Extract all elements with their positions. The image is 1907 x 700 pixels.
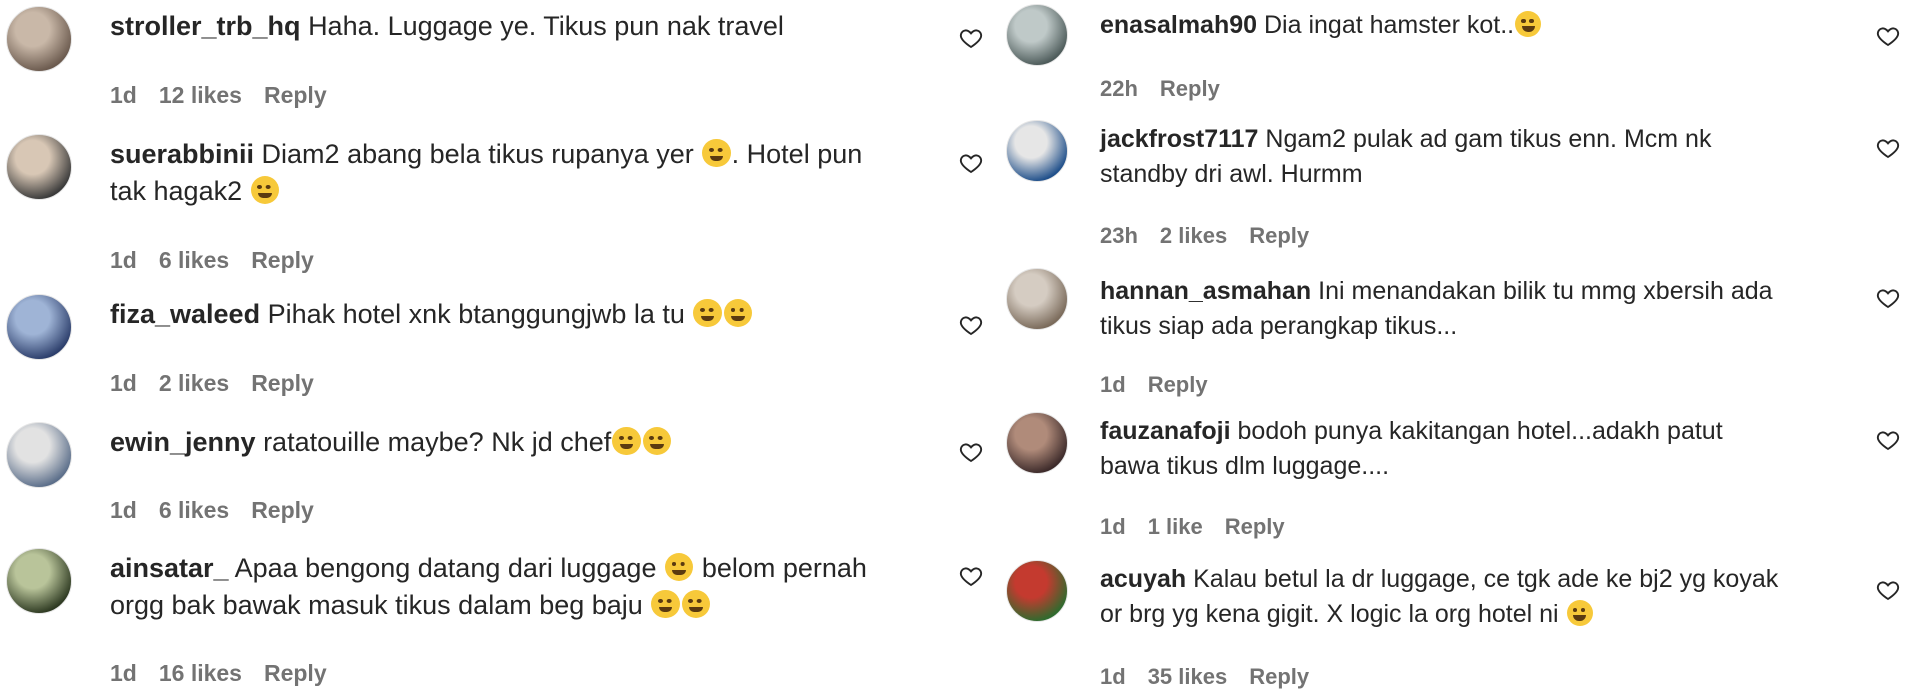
comment-body: Pihak hotel xnk btanggungjwb la tu xyxy=(267,299,693,329)
comment-body: Dia ingat hamster kot.. xyxy=(1264,11,1515,39)
reply-button[interactable]: Reply xyxy=(251,247,314,273)
grin-emoji xyxy=(250,175,279,205)
rofl-emoji xyxy=(664,552,694,582)
comment-body: Diam2 abang bela tikus rupanya yer xyxy=(261,139,702,169)
avatar[interactable] xyxy=(1006,268,1068,330)
comments-column-left: stroller_trb_hq Haha. Luggage ye. Tikus … xyxy=(0,0,983,700)
comment-likes-count[interactable]: 6 likes xyxy=(159,497,229,523)
reply-button[interactable]: Reply xyxy=(264,660,327,686)
comment-username[interactable]: hannan_asmahan xyxy=(1100,277,1311,305)
comment-text: ewin_jenny ratatouille maybe? Nk jd chef xyxy=(110,424,890,461)
comments-column-right: enasalmah90 Dia ingat hamster kot.. 22h Re… xyxy=(1000,0,1907,700)
comment-meta: 1d 6 likes Reply xyxy=(110,497,336,524)
comment-text: hannan_asmahan Ini menandakan bilik tu m… xyxy=(1100,274,1780,344)
avatar[interactable] xyxy=(1006,120,1068,182)
rofl-emoji xyxy=(702,138,731,168)
rofl-emoji xyxy=(681,589,710,619)
joy-emoji xyxy=(693,298,722,328)
avatar[interactable] xyxy=(1006,560,1068,622)
comment-timestamp: 1d xyxy=(1100,664,1126,689)
comment-timestamp: 1d xyxy=(110,247,137,273)
reply-button[interactable]: Reply xyxy=(1225,514,1285,539)
joy-emoji xyxy=(723,298,753,328)
comment-username[interactable]: enasalmah90 xyxy=(1100,11,1257,39)
comment-meta: 1d 1 like Reply xyxy=(1100,514,1307,540)
comment-timestamp: 22h xyxy=(1100,76,1138,101)
reply-button[interactable]: Reply xyxy=(1249,223,1309,248)
comment-username[interactable]: jackfrost7117 xyxy=(1100,125,1258,153)
reply-button[interactable]: Reply xyxy=(1249,664,1309,689)
comment-meta: 1d Reply xyxy=(1100,372,1230,398)
comment-username[interactable]: ainsatar_ xyxy=(110,553,229,583)
unamused-emoji xyxy=(1566,599,1593,626)
heart-outline-icon[interactable] xyxy=(958,151,984,175)
heart-outline-icon[interactable] xyxy=(1875,428,1901,452)
heart-outline-icon[interactable] xyxy=(1875,578,1901,602)
comment-likes-count[interactable]: 35 likes xyxy=(1148,664,1228,689)
comment-likes-count[interactable]: 2 likes xyxy=(1160,223,1227,248)
comment-meta: 1d 35 likes Reply xyxy=(1100,664,1331,690)
comment-timestamp: 1d xyxy=(110,82,137,108)
comment-timestamp: 23h xyxy=(1100,223,1138,248)
heart-outline-icon[interactable] xyxy=(1875,286,1901,310)
comment-likes-count[interactable]: 16 likes xyxy=(159,660,242,686)
heart-outline-icon[interactable] xyxy=(958,313,984,337)
comment-likes-count[interactable]: 1 like xyxy=(1148,514,1203,539)
comment-username[interactable]: stroller_trb_hq xyxy=(110,11,301,41)
rofl-emoji xyxy=(651,589,680,619)
avatar[interactable] xyxy=(1006,4,1068,66)
reply-button[interactable]: Reply xyxy=(264,82,327,108)
avatar[interactable] xyxy=(6,548,72,614)
comment-timestamp: 1d xyxy=(110,497,137,523)
reply-button[interactable]: Reply xyxy=(251,370,314,396)
comment-timestamp: 1d xyxy=(1100,514,1126,539)
joy-emoji xyxy=(1515,10,1542,37)
comment-body: Apaa bengong datang dari luggage xyxy=(234,553,664,583)
comment-username[interactable]: fauzanafoji xyxy=(1100,417,1231,445)
comment-likes-count[interactable]: 12 likes xyxy=(159,82,242,108)
heart-outline-icon[interactable] xyxy=(958,440,984,464)
comment-text: jackfrost7117 Ngam2 pulak ad gam tikus e… xyxy=(1100,122,1780,192)
comment-meta: 1d 2 likes Reply xyxy=(110,370,336,397)
joy-emoji xyxy=(642,426,671,456)
comment-username[interactable]: fiza_waleed xyxy=(110,299,260,329)
comment-timestamp: 1d xyxy=(110,660,137,686)
sweat-smile-emoji xyxy=(612,426,641,456)
comment-text: ainsatar_ Apaa bengong datang dari lugga… xyxy=(110,550,890,624)
comment-text: fiza_waleed Pihak hotel xnk btanggungjwb… xyxy=(110,296,890,333)
reply-button[interactable]: Reply xyxy=(1148,372,1208,397)
comment-body: ratatouille maybe? Nk jd chef xyxy=(263,427,612,457)
heart-outline-icon[interactable] xyxy=(1875,24,1901,48)
comment-meta: 22h Reply xyxy=(1100,76,1242,102)
avatar[interactable] xyxy=(6,134,72,200)
comment-likes-count[interactable]: 6 likes xyxy=(159,247,229,273)
heart-outline-icon[interactable] xyxy=(958,564,984,588)
comment-body: Haha. Luggage ye. Tikus pun nak travel xyxy=(308,11,784,41)
avatar[interactable] xyxy=(6,6,72,72)
comment-meta: 23h 2 likes Reply xyxy=(1100,223,1331,249)
reply-button[interactable]: Reply xyxy=(251,497,314,523)
avatar[interactable] xyxy=(6,294,72,360)
comment-text: stroller_trb_hq Haha. Luggage ye. Tikus … xyxy=(110,8,890,45)
comment-username[interactable]: acuyah xyxy=(1100,565,1186,593)
comment-meta: 1d 16 likes Reply xyxy=(110,660,349,687)
comment-text: enasalmah90 Dia ingat hamster kot.. xyxy=(1100,8,1780,43)
heart-outline-icon[interactable] xyxy=(958,26,984,50)
comment-meta: 1d 6 likes Reply xyxy=(110,247,336,274)
heart-outline-icon[interactable] xyxy=(1875,136,1901,160)
comment-username[interactable]: suerabbinii xyxy=(110,139,254,169)
reply-button[interactable]: Reply xyxy=(1160,76,1220,101)
comment-text: suerabbinii Diam2 abang bela tikus rupan… xyxy=(110,136,890,210)
comment-text: acuyah Kalau betul la dr luggage, ce tgk… xyxy=(1100,562,1780,632)
comment-timestamp: 1d xyxy=(110,370,137,396)
comment-meta: 1d 12 likes Reply xyxy=(110,82,349,109)
comment-likes-count[interactable]: 2 likes xyxy=(159,370,229,396)
comment-timestamp: 1d xyxy=(1100,372,1126,397)
comment-username[interactable]: ewin_jenny xyxy=(110,427,256,457)
avatar[interactable] xyxy=(1006,412,1068,474)
comment-body: Kalau betul la dr luggage, ce tgk ade ke… xyxy=(1100,565,1786,628)
avatar[interactable] xyxy=(6,422,72,488)
comment-text: fauzanafoji bodoh punya kakitangan hotel… xyxy=(1100,414,1780,484)
